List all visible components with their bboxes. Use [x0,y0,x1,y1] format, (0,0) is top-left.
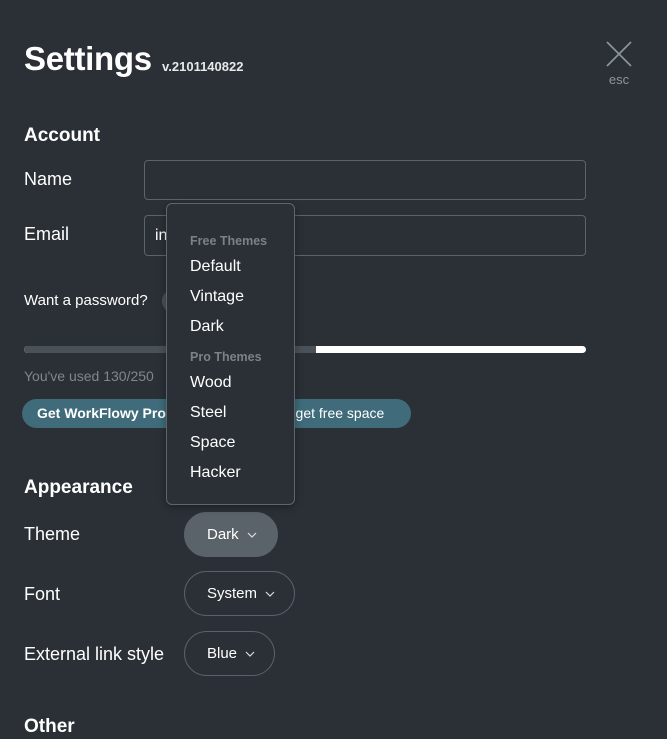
esc-label: esc [608,72,630,87]
font-select-value: System [207,585,258,602]
link-style-select-value: Blue [207,645,238,662]
free-space-label: – get free space [283,405,385,421]
name-label: Name [24,169,73,189]
external-link-style-label: External link style [24,644,165,664]
theme-label: Theme [24,524,81,544]
theme-option-steel[interactable]: Steel [167,398,294,428]
page-title: Settings [24,40,152,77]
get-pro-label: Get WorkFlowy Pro [37,405,166,421]
theme-option-dark[interactable]: Dark [167,312,294,342]
font-select[interactable]: System [184,571,295,616]
close-button[interactable]: esc [602,40,636,90]
pro-themes-group-label: Pro Themes [190,350,262,364]
usage-text: You've used 130/250 [24,368,154,384]
close-x-icon [606,41,632,67]
theme-option-vintage[interactable]: Vintage [167,282,294,312]
email-label: Email [24,224,70,244]
external-link-style-select[interactable]: Blue [184,631,275,676]
theme-select-value: Dark [207,526,239,543]
usage-progress-bar [24,346,586,353]
theme-dropdown-menu: Free Themes Default Vintage Dark Pro The… [166,203,295,505]
version-label: v.2101140822 [162,59,244,74]
appearance-heading: Appearance [24,477,133,498]
theme-option-space[interactable]: Space [167,428,294,458]
chevron-down-icon [247,532,257,538]
other-heading: Other [24,716,75,737]
theme-option-hacker[interactable]: Hacker [167,458,294,488]
theme-select[interactable]: Dark [184,512,278,557]
font-label: Font [24,584,61,604]
chevron-down-icon [265,591,275,597]
chevron-down-icon [245,651,255,657]
account-heading: Account [24,125,100,146]
free-themes-group-label: Free Themes [190,234,268,248]
theme-option-default[interactable]: Default [167,252,294,282]
theme-option-wood[interactable]: Wood [167,368,294,398]
name-input[interactable] [144,160,586,200]
password-label: Want a password? [24,292,148,309]
